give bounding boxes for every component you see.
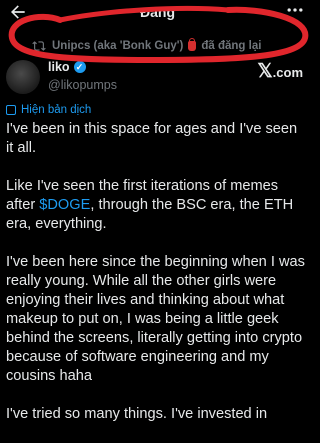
translate-link[interactable]: Hiện bản dịch: [6, 104, 91, 116]
more-icon: [287, 8, 303, 12]
tweet-paragraph: I've been in this space for ages and I'v…: [6, 121, 298, 156]
author-handle[interactable]: @likopumps: [48, 78, 117, 92]
tweet-paragraph: Like I've seen the first iterations of m…: [6, 177, 306, 234]
cashtag-link[interactable]: $DOGE: [39, 197, 90, 213]
tweet-text: I've been in this space for ages and I'v…: [6, 120, 306, 443]
x-logo: 𝕏.com: [257, 60, 303, 83]
x-logo-icon: 𝕏: [257, 61, 273, 82]
repost-indicator[interactable]: Unipcs (aka 'Bonk Guy') đã đăng lại: [32, 38, 261, 54]
translate-icon: [6, 105, 16, 115]
author-name: liko: [48, 60, 70, 74]
avatar[interactable]: [6, 60, 40, 94]
repost-icon: [32, 41, 46, 51]
more-button[interactable]: [285, 0, 305, 26]
page-title: Đăng: [140, 4, 175, 20]
translate-label: Hiện bản dịch: [21, 104, 92, 116]
watermark-suffix: .com: [272, 65, 303, 80]
reposter-name: Unipcs (aka 'Bonk Guy'): [52, 40, 184, 52]
shopping-bag-emoji-icon: [188, 38, 197, 51]
repost-action-text: đã đăng lại: [201, 40, 262, 52]
tweet-paragraph: I've tried so many things. I've invested…: [6, 406, 268, 422]
author-name-row[interactable]: liko ✓: [48, 60, 86, 74]
top-bar: Đăng: [0, 0, 315, 30]
verified-badge-icon: ✓: [73, 61, 86, 73]
tweet-paragraph: I've been here since the beginning when …: [6, 254, 305, 384]
